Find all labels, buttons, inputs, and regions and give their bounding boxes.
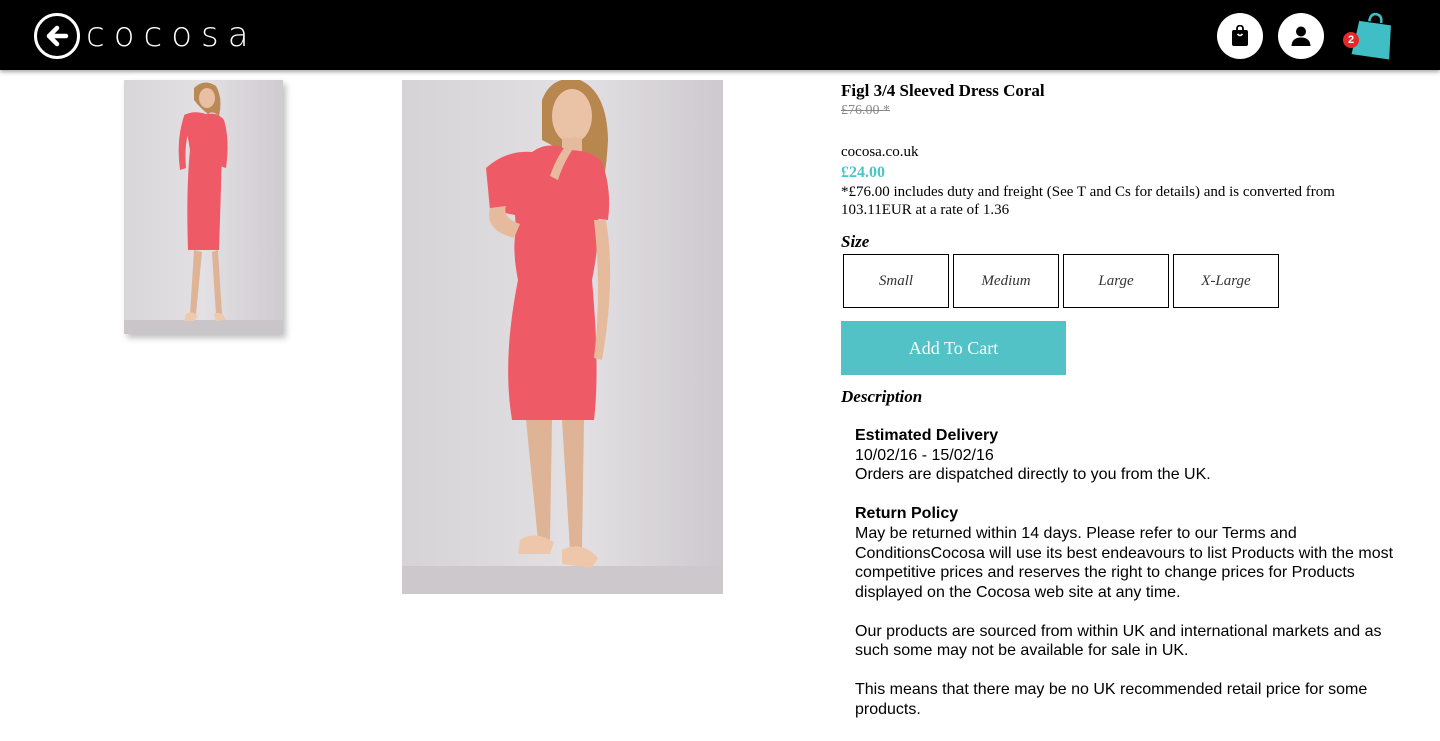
cart-button[interactable]: 2 <box>1343 10 1398 60</box>
account-button[interactable] <box>1278 13 1324 59</box>
sourcing-text: Our products are sourced from within UK … <box>855 622 1382 660</box>
logo-text: cocosa <box>86 15 258 55</box>
size-option-x-large[interactable]: X-Large <box>1173 254 1279 308</box>
product-title: Figl 3/4 Sleeved Dress Coral <box>841 81 1045 100</box>
product-info-panel: Figl 3/4 Sleeved Dress Coral £76.00 * co… <box>841 80 1401 406</box>
description-body: Estimated Delivery 10/02/16 - 15/02/16 O… <box>855 426 1400 719</box>
delivery-note: Orders are dispatched directly to you fr… <box>855 466 1211 484</box>
delivery-heading: Estimated Delivery <box>855 427 999 444</box>
price-note: *£76.00 includes duty and freight (See T… <box>841 184 1335 218</box>
add-to-cart-button[interactable]: Add To Cart <box>841 321 1066 375</box>
size-options: Small Medium Large X-Large <box>843 254 1283 308</box>
cart-count-badge: 2 <box>1343 32 1359 48</box>
top-navigation-bar: cocosa 2 <box>0 0 1440 70</box>
user-icon <box>1291 26 1311 46</box>
shopping-bag-icon <box>1232 25 1248 46</box>
product-main-image <box>402 80 723 594</box>
return-policy-heading: Return Policy <box>855 505 959 523</box>
return-policy-text: May be returned within 14 days. Please r… <box>855 524 1394 601</box>
size-option-medium[interactable]: Medium <box>953 254 1059 308</box>
original-price: £76.00 * <box>841 103 890 118</box>
back-logo-link[interactable]: cocosa <box>34 12 258 60</box>
size-label: Size <box>841 232 870 251</box>
size-option-small[interactable]: Small <box>843 254 949 308</box>
size-option-large[interactable]: Large <box>1063 254 1169 308</box>
delivery-dates: 10/02/16 - 15/02/16 <box>855 446 994 464</box>
product-thumbnail-image[interactable] <box>124 80 283 334</box>
rrp-text: This means that there may be no UK recom… <box>855 681 1368 718</box>
description-label: Description <box>841 387 923 406</box>
shopping-bag-button[interactable] <box>1217 13 1263 59</box>
sale-price: £24.00 <box>841 164 885 181</box>
store-name: cocosa.co.uk <box>841 144 919 160</box>
back-arrow-icon[interactable] <box>34 13 80 59</box>
